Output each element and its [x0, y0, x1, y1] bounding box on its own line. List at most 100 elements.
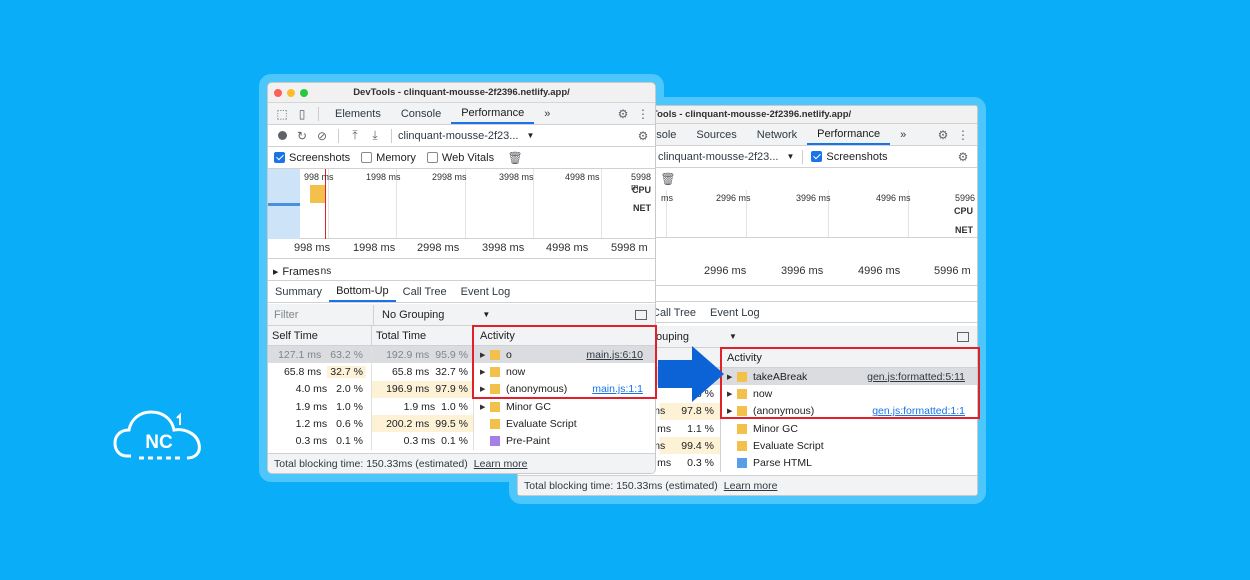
highlight-box-right	[720, 347, 980, 419]
chevron-down-icon[interactable]: ▼	[526, 131, 534, 140]
upload-icon[interactable]: ⤒	[345, 126, 365, 146]
timeline-overview[interactable]: 998 ms 1998 ms 2998 ms 3998 ms 4998 ms 5…	[268, 169, 655, 239]
inspect-element-icon[interactable]: ⬚	[272, 104, 292, 124]
self-time-header[interactable]: Self Time	[268, 326, 372, 345]
net-label: NET	[955, 225, 973, 235]
ruler-tick: 4998 ms	[546, 242, 589, 254]
sidebar-toggle-icon[interactable]	[635, 309, 647, 320]
category-color-swatch	[737, 458, 747, 469]
tab-summary[interactable]: Summary	[268, 281, 329, 302]
tab-event-log[interactable]: Event Log	[703, 303, 767, 322]
tab-performance[interactable]: Performance	[451, 103, 535, 124]
tab-call-tree[interactable]: Call Tree	[396, 281, 454, 302]
tab-call-tree[interactable]: Call Tree	[652, 303, 703, 322]
total-percent-cell: 32.7 %	[435, 365, 468, 378]
net-label: NET	[633, 203, 651, 213]
maximize-button[interactable]	[300, 89, 308, 97]
total-time-cell: 1.9 ms	[403, 400, 436, 413]
grouping-select[interactable]: ouping	[656, 331, 689, 343]
tab-event-log[interactable]: Event Log	[454, 281, 518, 302]
settings-gear-icon[interactable]: ⚙	[633, 126, 653, 146]
self-time-cell: 1.2 ms	[295, 417, 328, 430]
overview-tick: 4996 ms	[876, 193, 911, 203]
status-footer: Total blocking time: 150.33ms (estimated…	[518, 475, 977, 495]
window-title: Tools - clinquant-mousse-2f2396.netlify.…	[652, 109, 852, 120]
ruler-tick: 1998 ms	[353, 242, 396, 254]
grouping-select[interactable]: No Grouping	[374, 309, 444, 321]
device-toolbar-icon[interactable]: ▯	[292, 104, 312, 124]
overview-tick: 5996	[955, 193, 976, 203]
kebab-menu-icon[interactable]: ⋮	[633, 104, 653, 124]
trash-icon[interactable]: 🗑	[658, 169, 678, 189]
total-time-cell: 200.2 ms	[386, 417, 430, 430]
filter-input[interactable]: Filter	[268, 304, 374, 325]
total-percent-cell: 99.5 %	[435, 417, 468, 430]
learn-more-link[interactable]: Learn more	[724, 480, 778, 492]
overview-tick: 3996 ms	[796, 193, 831, 203]
clear-icon[interactable]: ⊘	[312, 126, 332, 146]
table-row[interactable]: 1.9 ms 1.0 % 1.9 ms 1.0 % ▶ Minor GC	[268, 397, 655, 416]
tab-sources[interactable]: Sources	[686, 124, 746, 145]
url-select[interactable]: clinquant-mousse-2f23...	[398, 130, 518, 142]
total-percent-cell: 97.9 %	[435, 383, 468, 396]
total-percent-cell: 1.0 %	[441, 400, 468, 413]
self-percent-cell: 2.0 %	[336, 383, 363, 396]
tab-console[interactable]: Console	[391, 103, 451, 124]
record-icon[interactable]	[272, 126, 292, 146]
screenshots-checkbox[interactable]: Screenshots	[274, 152, 350, 164]
settings-gear-icon[interactable]: ⚙	[953, 147, 973, 167]
total-time-header[interactable]: Total Time	[372, 326, 474, 345]
time-ruler: 998 ms 1998 ms 2998 ms 3998 ms 4998 ms 5…	[268, 239, 655, 259]
tab-elements[interactable]: Elements	[325, 103, 391, 124]
self-time-cell: 0.3 ms	[295, 435, 328, 448]
sidebar-toggle-icon[interactable]	[957, 331, 969, 342]
web-vitals-checkbox[interactable]: Web Vitals	[426, 152, 494, 164]
total-time-cell: 192.9 ms	[386, 348, 430, 361]
expand-arrow-icon[interactable]: ▶	[273, 268, 278, 276]
self-percent-cell: 63.2 %	[330, 348, 363, 361]
trash-icon[interactable]: 🗑	[505, 148, 525, 168]
close-button[interactable]	[274, 89, 282, 97]
download-icon[interactable]: ⤓	[365, 126, 385, 146]
gear-icon[interactable]: ⚙	[933, 125, 953, 145]
reload-icon[interactable]: ↻	[292, 126, 312, 146]
nc-cloud-logo: NC	[113, 410, 201, 460]
cpu-activity-bar	[310, 185, 325, 203]
status-footer: Total blocking time: 150.33ms (estimated…	[268, 453, 655, 473]
table-row[interactable]: 0.3 ms 0.1 % 0.3 ms 0.1 % Pre-Paint	[268, 432, 655, 450]
gear-icon[interactable]: ⚙	[613, 104, 633, 124]
memory-checkbox[interactable]: Memory	[361, 152, 416, 164]
logo-text: NC	[145, 432, 173, 453]
table-row[interactable]: 1.2 ms 0.6 % 200.2 ms 99.5 % Evaluate Script	[268, 415, 655, 433]
ruler-tick: 2996 ms	[704, 265, 747, 277]
kebab-menu-icon[interactable]: ⋮	[953, 125, 973, 145]
overview-tick: 2996 ms	[716, 193, 751, 203]
more-tabs-button[interactable]: »	[534, 103, 560, 124]
url-select[interactable]: clinquant-mousse-2f23...	[658, 151, 778, 163]
tab-network[interactable]: Network	[747, 124, 807, 145]
chevron-down-icon[interactable]: ▼	[482, 310, 490, 319]
tab-performance[interactable]: Performance	[807, 124, 891, 145]
activity-name: Pre-Paint	[506, 435, 550, 448]
activity-name: Evaluate Script	[753, 439, 824, 452]
overview-tick: 3998 ms	[499, 172, 534, 182]
category-color-swatch	[490, 401, 500, 412]
category-color-swatch	[490, 436, 500, 447]
network-bar	[268, 203, 300, 206]
tab-bottom-up[interactable]: Bottom-Up	[329, 281, 396, 302]
overview-tick: 4998 ms	[565, 172, 600, 182]
activity-name: Minor GC	[506, 400, 551, 413]
expand-arrow-icon[interactable]: ▶	[480, 403, 490, 411]
learn-more-link[interactable]: Learn more	[474, 458, 528, 470]
frames-track-label[interactable]: Frames	[282, 266, 319, 278]
minimize-button[interactable]	[287, 89, 295, 97]
chevron-down-icon[interactable]: ▼	[729, 332, 737, 341]
total-percent-cell: 1.1 %	[687, 422, 714, 435]
screenshots-checkbox[interactable]: Screenshots	[811, 151, 888, 163]
self-time-cell: 65.8 ms	[283, 365, 322, 378]
ruler-tick: 998 ms	[294, 242, 331, 254]
chevron-down-icon[interactable]: ▼	[786, 152, 794, 161]
more-tabs-button[interactable]: »	[890, 124, 916, 145]
overview-tick: 2998 ms	[432, 172, 467, 182]
total-time-cell: 0.3 ms	[403, 435, 436, 448]
